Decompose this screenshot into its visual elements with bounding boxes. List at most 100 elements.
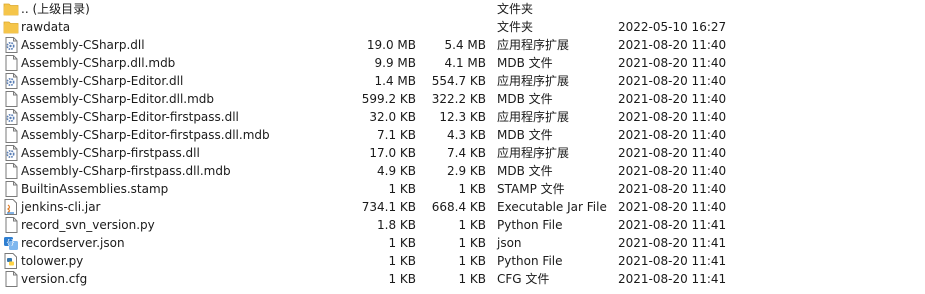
modified-date: 2021-08-20 11:41 bbox=[618, 236, 727, 250]
file-name: Assembly-CSharp.dll.mdb bbox=[21, 56, 176, 70]
file-name: .. (上级目录) bbox=[21, 2, 90, 16]
modified-date: 2022-05-10 16:27 bbox=[618, 20, 727, 34]
file-type: MDB 文件 bbox=[497, 128, 553, 142]
packed-size: 1 KB bbox=[458, 254, 486, 268]
file-name: Assembly-CSharp-firstpass.dll bbox=[21, 146, 200, 160]
dll-icon bbox=[3, 72, 19, 90]
file-size: 599.2 KB bbox=[361, 92, 416, 106]
packed-size: 1 KB bbox=[458, 218, 486, 232]
file-type: MDB 文件 bbox=[497, 56, 553, 70]
file-type: STAMP 文件 bbox=[497, 182, 565, 196]
packed-size: 4.3 KB bbox=[447, 128, 486, 142]
modified-date: 2021-08-20 11:40 bbox=[618, 128, 727, 142]
file-type: MDB 文件 bbox=[497, 164, 553, 178]
json-icon: {} bbox=[3, 234, 19, 252]
packed-size: 2.9 KB bbox=[447, 164, 486, 178]
file-size bbox=[330, 0, 416, 18]
file-type: 应用程序扩展 bbox=[497, 38, 570, 52]
file-name: BuiltinAssemblies.stamp bbox=[21, 182, 169, 196]
modified-date: 2021-08-20 11:40 bbox=[618, 146, 727, 160]
file-size bbox=[330, 18, 416, 36]
file-row-jenkins-cli-jar[interactable]: jenkins-cli.jar 734.1 KB 668.4 KB Executabl… bbox=[0, 198, 925, 216]
file-icon bbox=[3, 162, 19, 180]
modified-date: 2021-08-20 11:40 bbox=[618, 164, 727, 178]
file-row-builtinassemblies-stamp[interactable]: BuiltinAssemblies.stamp 1 KB 1 KB STAMP 文件 2… bbox=[0, 180, 925, 198]
file-list: .. (上级目录) 文件夹 rawdata 文件夹 2022-05-10 16:27 … bbox=[0, 0, 925, 294]
packed-size: 1 KB bbox=[458, 272, 486, 286]
file-type: json bbox=[497, 236, 522, 250]
file-type: Python File bbox=[497, 254, 563, 268]
svg-text:{}: {} bbox=[6, 239, 15, 247]
file-type: 文件夹 bbox=[497, 20, 534, 34]
file-type: CFG 文件 bbox=[497, 272, 550, 286]
file-row-tolower-py[interactable]: tolower.py 1 KB 1 KB Python File 2021-08-20 … bbox=[0, 252, 925, 270]
file-type: MDB 文件 bbox=[497, 92, 553, 106]
packed-size: 322.2 KB bbox=[431, 92, 486, 106]
packed-size: 5.4 MB bbox=[444, 38, 486, 52]
modified-date: 2021-08-20 11:40 bbox=[618, 74, 727, 88]
file-row-parent[interactable]: .. (上级目录) 文件夹 bbox=[0, 0, 925, 18]
file-size: 1 KB bbox=[388, 236, 416, 250]
modified-date: 2021-08-20 11:40 bbox=[618, 92, 727, 106]
file-row-record-svn-version-py[interactable]: record_svn_version.py 1.8 KB 1 KB Python Fi… bbox=[0, 216, 925, 234]
modified-date: 2021-08-20 11:40 bbox=[618, 200, 727, 214]
file-type: Python File bbox=[497, 218, 563, 232]
packed-size: 668.4 KB bbox=[431, 200, 486, 214]
file-row-assembly-csharp-dll[interactable]: Assembly-CSharp.dll 19.0 MB 5.4 MB 应用程序扩展 20… bbox=[0, 36, 925, 54]
modified-date: 2021-08-20 11:40 bbox=[618, 182, 727, 196]
file-name: rawdata bbox=[21, 20, 71, 34]
packed-size bbox=[420, 18, 486, 36]
packed-size: 1 KB bbox=[458, 182, 486, 196]
file-name: recordserver.json bbox=[21, 236, 125, 250]
modified-date: 2021-08-20 11:40 bbox=[618, 110, 727, 124]
file-row-assembly-csharp-firstpass-dll-mdb[interactable]: Assembly-CSharp-firstpass.dll.mdb 4.9 KB 2… bbox=[0, 162, 925, 180]
file-icon bbox=[3, 216, 19, 234]
packed-size: 12.3 KB bbox=[439, 110, 486, 124]
file-row-assembly-csharp-dll-mdb[interactable]: Assembly-CSharp.dll.mdb 9.9 MB 4.1 MB MDB 文… bbox=[0, 54, 925, 72]
file-type: 应用程序扩展 bbox=[497, 110, 570, 124]
file-icon bbox=[3, 180, 19, 198]
file-type: 文件夹 bbox=[497, 2, 534, 16]
folder-icon bbox=[3, 18, 19, 36]
packed-size bbox=[420, 0, 486, 18]
file-row-version-cfg[interactable]: version.cfg 1 KB 1 KB CFG 文件 2021-08-20 11:4… bbox=[0, 270, 925, 288]
file-row-assembly-csharp-editor-dll-mdb[interactable]: Assembly-CSharp-Editor.dll.mdb 599.2 KB 32… bbox=[0, 90, 925, 108]
file-name: jenkins-cli.jar bbox=[21, 200, 101, 214]
file-icon bbox=[3, 90, 19, 108]
file-size: 734.1 KB bbox=[361, 200, 416, 214]
file-row-rawdata[interactable]: rawdata 文件夹 2022-05-10 16:27 bbox=[0, 18, 925, 36]
file-row-recordserver-json[interactable]: {} recordserver.json 1 KB 1 KB json 2021-08-… bbox=[0, 234, 925, 252]
modified-date: 2021-08-20 11:41 bbox=[618, 272, 727, 286]
file-size: 1.8 KB bbox=[377, 218, 416, 232]
file-size: 7.1 KB bbox=[377, 128, 416, 142]
file-type: Executable Jar File bbox=[497, 200, 607, 214]
file-name: Assembly-CSharp-Editor-firstpass.dll bbox=[21, 110, 239, 124]
packed-size: 554.7 KB bbox=[431, 74, 486, 88]
modified-date: 2021-08-20 11:40 bbox=[618, 38, 727, 52]
file-size: 4.9 KB bbox=[377, 164, 416, 178]
file-icon bbox=[3, 54, 19, 72]
packed-size: 1 KB bbox=[458, 236, 486, 250]
file-size: 1 KB bbox=[388, 272, 416, 286]
file-row-assembly-csharp-firstpass-dll[interactable]: Assembly-CSharp-firstpass.dll 17.0 KB 7.4 … bbox=[0, 144, 925, 162]
file-name: Assembly-CSharp-Editor.dll.mdb bbox=[21, 92, 215, 106]
file-size: 1 KB bbox=[388, 254, 416, 268]
file-name: Assembly-CSharp-Editor-firstpass.dll.mdb bbox=[21, 128, 270, 142]
file-size: 32.0 KB bbox=[369, 110, 416, 124]
file-name: Assembly-CSharp-firstpass.dll.mdb bbox=[21, 164, 231, 178]
file-size: 1.4 MB bbox=[374, 74, 416, 88]
folder-icon bbox=[3, 0, 19, 18]
python-icon bbox=[3, 252, 19, 270]
file-row-assembly-csharp-editor-firstpass-dll-mdb[interactable]: Assembly-CSharp-Editor-firstpass.dll.mdb… bbox=[0, 126, 925, 144]
file-name: Assembly-CSharp-Editor.dll bbox=[21, 74, 184, 88]
file-row-assembly-csharp-editor-firstpass-dll[interactable]: Assembly-CSharp-Editor-firstpass.dll 32.0… bbox=[0, 108, 925, 126]
file-icon bbox=[3, 270, 19, 288]
dll-icon bbox=[3, 108, 19, 126]
file-type: 应用程序扩展 bbox=[497, 146, 570, 160]
file-row-assembly-csharp-editor-dll[interactable]: Assembly-CSharp-Editor.dll 1.4 MB 554.7 KB… bbox=[0, 72, 925, 90]
jar-icon bbox=[3, 198, 19, 216]
file-name: version.cfg bbox=[21, 272, 88, 286]
file-name: record_svn_version.py bbox=[21, 218, 155, 232]
file-size: 1 KB bbox=[388, 182, 416, 196]
file-name: tolower.py bbox=[21, 254, 84, 268]
